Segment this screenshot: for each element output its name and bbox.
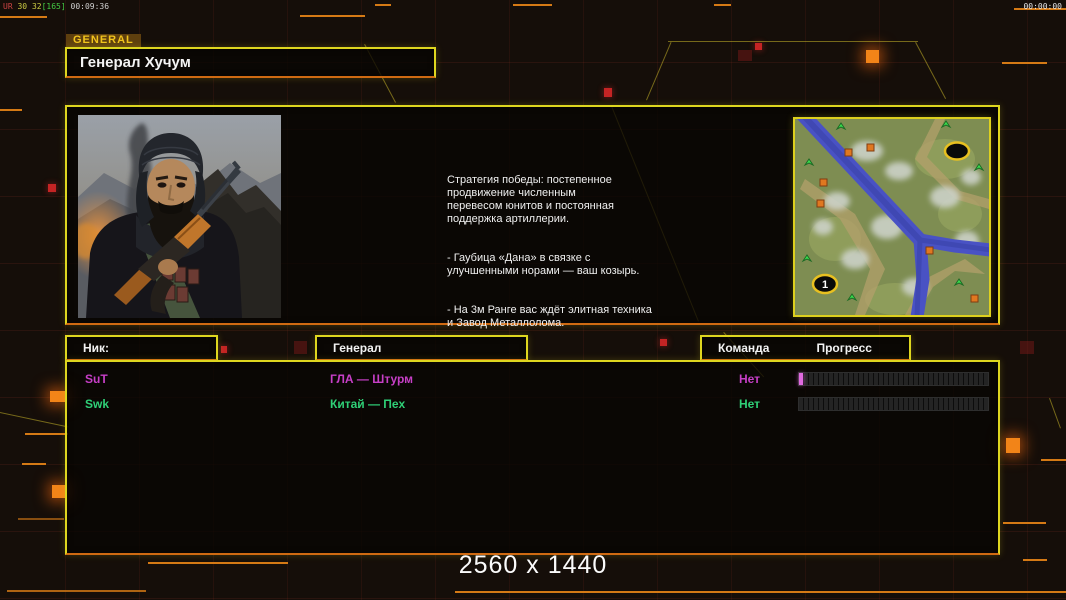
player-team: Нет (739, 397, 761, 411)
deco-line (455, 591, 1066, 593)
deco-line (7, 590, 146, 592)
strategy-paragraph: - Гаубица «Дана» в связке с улучшенными … (447, 252, 640, 277)
start-position-1: 1 (822, 279, 828, 291)
deco-trace (0, 412, 69, 428)
header-team-label: Команда (718, 341, 770, 355)
deco-line (1041, 459, 1066, 461)
deco-orange-square (866, 50, 879, 63)
deco-line (375, 4, 391, 6)
deco-line (300, 15, 365, 17)
minimap-art: 1 (795, 108, 998, 324)
strategy-paragraph: Стратегия победы: постепенное продвижени… (447, 174, 614, 225)
player-progress-fill (799, 373, 803, 385)
deco-orange-square (50, 391, 65, 402)
deco-line (25, 433, 68, 435)
game-clock: 00:00:00 (1023, 2, 1062, 11)
debug-value: [165] (41, 2, 66, 11)
player-general: ГЛА — Штурм (330, 372, 414, 386)
column-header-nick: Ник: (65, 335, 218, 361)
deco-line (18, 518, 64, 520)
debug-value: 32 (31, 2, 42, 11)
deco-orange-square (1006, 438, 1020, 453)
deco-line (513, 4, 552, 6)
deco-red-square (604, 88, 612, 97)
player-row: Swk Китай — Пех Нет (67, 393, 998, 415)
resolution-label: 2560 x 1440 (458, 551, 608, 579)
debug-label: UR (3, 2, 13, 11)
tab-general[interactable]: GENERAL (66, 34, 141, 48)
strategy-paragraph: - На 3м Ранге вас ждёт элитная техника и… (447, 304, 652, 329)
deco-trace (668, 41, 918, 42)
header-nick-label: Ник: (83, 341, 110, 355)
deco-red-square (48, 184, 56, 192)
debug-overlay: UR 30 32[165] 00:09:36 (3, 2, 109, 11)
deco-line (714, 4, 731, 6)
player-nick: Swk (85, 397, 110, 411)
deco-trace (646, 42, 672, 101)
players-list: SuT ГЛА — Штурм Нет Swk Китай — Пех Нет (65, 360, 1000, 555)
deco-red-square (755, 43, 762, 50)
minimap[interactable]: 1 (793, 108, 998, 324)
player-general: Китай — Пех (330, 397, 406, 411)
deco-trace (915, 42, 947, 99)
column-header-general: Генерал (315, 335, 528, 361)
deco-dim-square (738, 50, 752, 61)
player-row: SuT ГЛА — Штурм Нет (67, 368, 998, 390)
column-header-team-progress: Команда Прогресс (700, 335, 911, 361)
debug-value: 30 (17, 2, 28, 11)
debug-timer: 00:09:36 (70, 2, 110, 11)
deco-orange-square (52, 485, 65, 498)
deco-trace (1049, 398, 1061, 429)
deco-line (1002, 62, 1047, 64)
portrait-art (78, 115, 281, 318)
header-progress-label: Прогресс (816, 341, 872, 355)
general-portrait (78, 115, 281, 318)
general-title-box: Генерал Хучум (65, 47, 436, 78)
player-progress-bar (798, 372, 989, 386)
deco-line (0, 16, 47, 18)
deco-line (0, 109, 22, 111)
deco-red-square (221, 346, 227, 353)
player-progress-bar (798, 397, 989, 411)
deco-dim-square (1020, 341, 1034, 354)
general-title: Генерал Хучум (80, 54, 191, 71)
header-general-label: Генерал (333, 341, 382, 355)
player-team: Нет (739, 372, 761, 386)
deco-line (1003, 522, 1046, 524)
strategy-text: Стратегия победы: постепенное продвижени… (447, 161, 699, 356)
deco-line (22, 463, 46, 465)
deco-dim-square (294, 341, 307, 354)
player-nick: SuT (85, 372, 108, 386)
